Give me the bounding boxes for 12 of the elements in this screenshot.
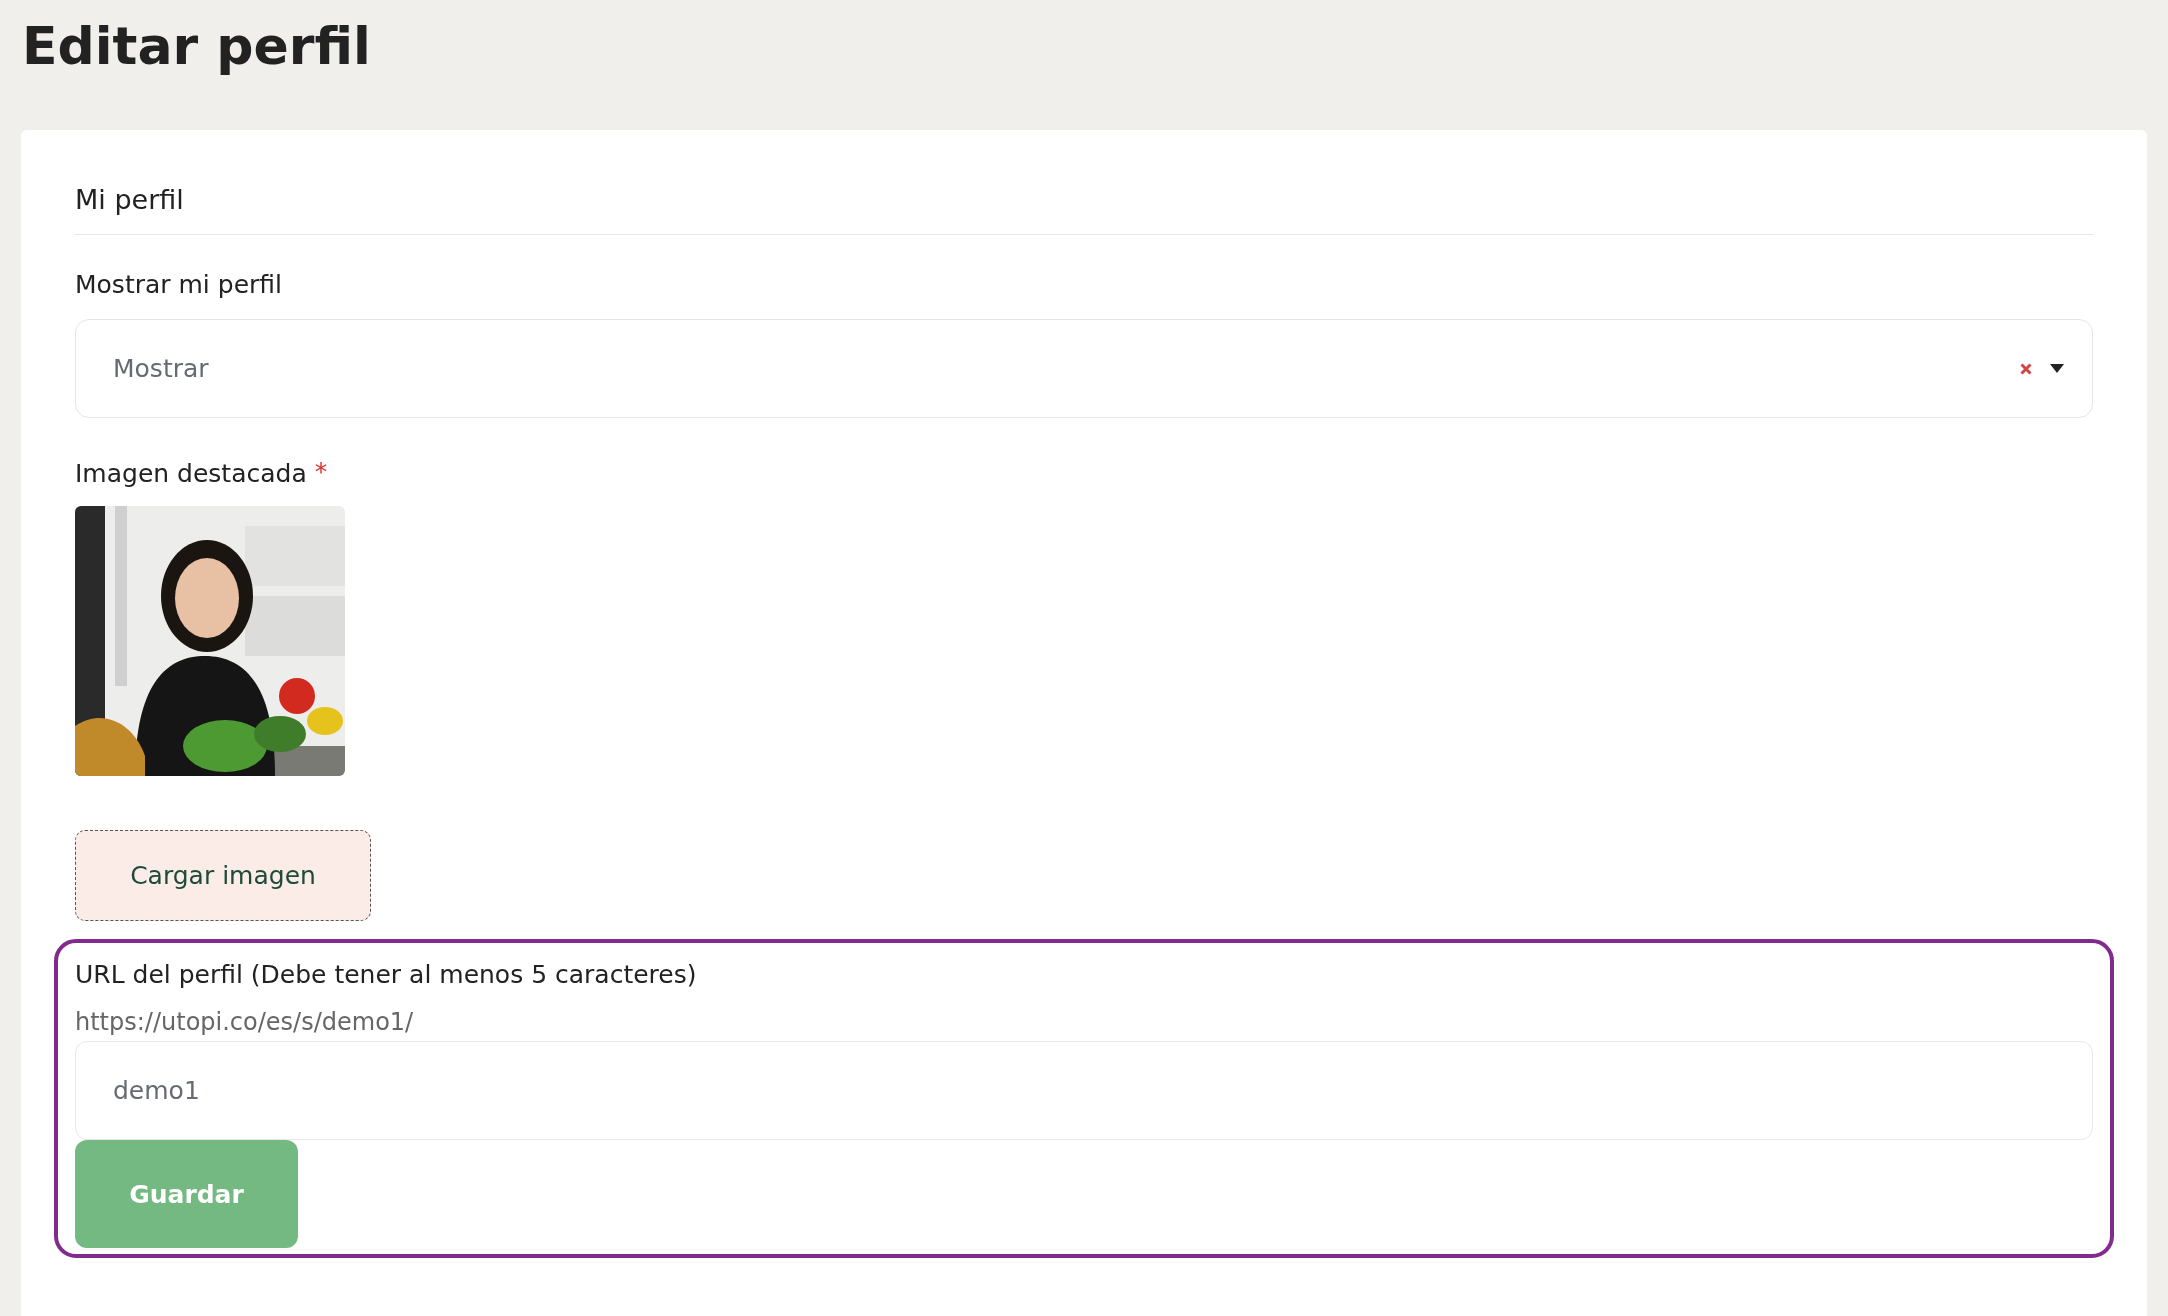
url-input-field[interactable]: demo1	[75, 1041, 2093, 1140]
card-title: Mi perfil	[75, 183, 184, 217]
clear-icon[interactable]	[2020, 362, 2032, 375]
field-label: Imagen destacada	[75, 458, 307, 490]
field-label: URL del perfil (Debe tener al menos 5 caracteres)	[75, 959, 697, 991]
required-mark: *	[314, 456, 328, 488]
url-prefix: https://utopi.co/es/s/demo1/	[75, 1007, 414, 1038]
upload-image-button[interactable]: Cargar imagen	[75, 830, 371, 921]
visibility-select[interactable]: Mostrar	[75, 319, 2093, 418]
page-title: Editar perfil	[22, 15, 372, 78]
field-label: Mostrar mi perfil	[75, 269, 282, 301]
caret-icon[interactable]	[2050, 364, 2064, 373]
